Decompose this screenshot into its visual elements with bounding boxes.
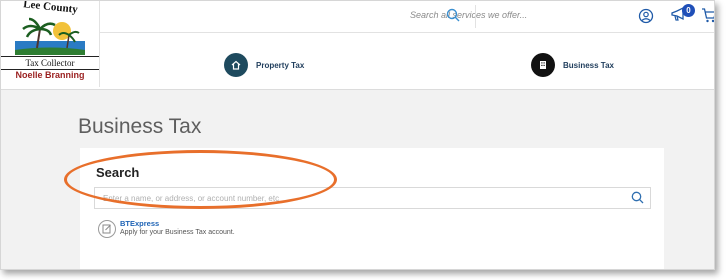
site-header: Lee County Tax Collector Noelle Branning… [1,1,714,90]
search-icon[interactable] [631,191,644,204]
nav-item-business-tax[interactable]: Business Tax [531,53,614,77]
logo-name-text: Noelle Branning [15,70,85,80]
shopping-cart-icon[interactable] [701,7,715,23]
house-icon [224,53,248,77]
palm-tree-logo-icon [15,17,85,55]
cart-count-badge: 0 [682,4,695,17]
user-account-icon[interactable] [638,8,654,24]
nav-item-property-tax[interactable]: Property Tax [224,53,304,77]
logo-tax-collector-text: Tax Collector [1,56,99,70]
edit-document-icon [98,220,116,238]
top-divider [475,5,476,28]
building-icon [531,53,555,77]
business-search-field[interactable] [94,187,651,209]
site-search-input[interactable]: Search all services we offer... [410,10,527,20]
search-card: Search BTExpress Apply for your Business… [80,148,664,269]
search-icon[interactable] [446,8,460,22]
page: Lee County Tax Collector Noelle Branning… [0,0,715,270]
nav-label-property-tax: Property Tax [256,60,305,70]
search-heading: Search [96,165,140,180]
btexpress-description: Apply for your Business Tax account. [120,229,235,236]
page-title: Business Tax [78,115,202,138]
top-bar: Search all services we offer... 0 [100,1,714,33]
main-content: Business Tax Search BTExpress Apply for … [1,90,714,269]
site-logo[interactable]: Lee County Tax Collector Noelle Branning [1,1,100,87]
btexpress-link[interactable]: BTExpress [120,219,159,228]
business-search-input[interactable] [95,189,623,208]
nav-label-business-tax: Business Tax [563,60,614,70]
